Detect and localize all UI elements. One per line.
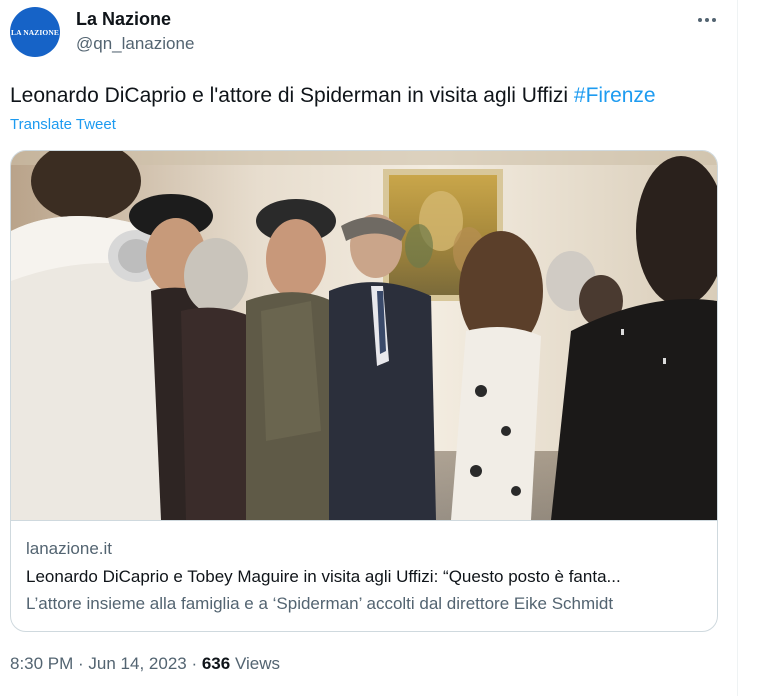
tweet-timestamp[interactable]: 8:30 PM · Jun 14, 2023 — [10, 654, 187, 673]
display-name[interactable]: La Nazione — [76, 9, 171, 30]
views-count: 636 — [201, 654, 231, 673]
card-description: L’attore insieme alla famiglia e a ‘Spid… — [26, 594, 614, 613]
tweet-metadata: 8:30 PM · Jun 14, 2023 · 636 Views — [10, 654, 280, 674]
translate-tweet-link[interactable]: Translate Tweet — [10, 116, 116, 133]
hashtag-link[interactable]: #Firenze — [574, 84, 656, 107]
gallery-photo-illustration — [11, 151, 717, 520]
card-title: Leonardo DiCaprio e Tobey Maguire in vis… — [26, 567, 621, 586]
more-horizontal-icon — [698, 18, 716, 22]
views-label: Views — [230, 654, 280, 673]
card-photo[interactable] — [11, 151, 717, 521]
user-handle[interactable]: @qn_lanazione — [76, 34, 194, 54]
tweet-text-body: Leonardo DiCaprio e l'attore di Spiderma… — [10, 84, 574, 107]
timeline-divider — [737, 0, 738, 696]
avatar-logo-text: LA NAZIONE — [11, 27, 59, 37]
tweet: LA NAZIONE La Nazione @qn_lanazione Leon… — [0, 0, 737, 696]
more-options-button[interactable] — [690, 6, 724, 34]
tweet-text: Leonardo DiCaprio e l'attore di Spiderma… — [10, 83, 656, 109]
avatar[interactable]: LA NAZIONE — [10, 7, 60, 57]
meta-separator: · — [186, 654, 202, 673]
link-preview-card[interactable]: lanazione.it Leonardo DiCaprio e Tobey M… — [10, 150, 718, 632]
card-domain: lanazione.it — [26, 539, 113, 558]
